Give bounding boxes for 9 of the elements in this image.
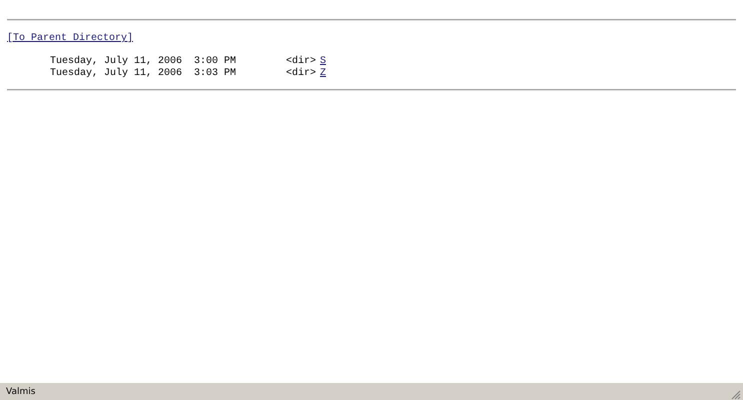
date-text: Tuesday, July 11, 2006 3:00 PM xyxy=(50,56,238,68)
status-text: Valmis xyxy=(6,386,36,396)
directory-link[interactable]: S xyxy=(320,56,348,68)
resize-grip-icon[interactable] xyxy=(729,388,741,400)
date-text: Tuesday, July 11, 2006 3:03 PM xyxy=(50,68,238,80)
size-text: <dir> xyxy=(286,56,318,68)
directory-link[interactable]: Z xyxy=(320,68,348,80)
size-text: <dir> xyxy=(286,68,318,80)
parent-directory-link[interactable]: [To Parent Directory] xyxy=(7,33,134,45)
